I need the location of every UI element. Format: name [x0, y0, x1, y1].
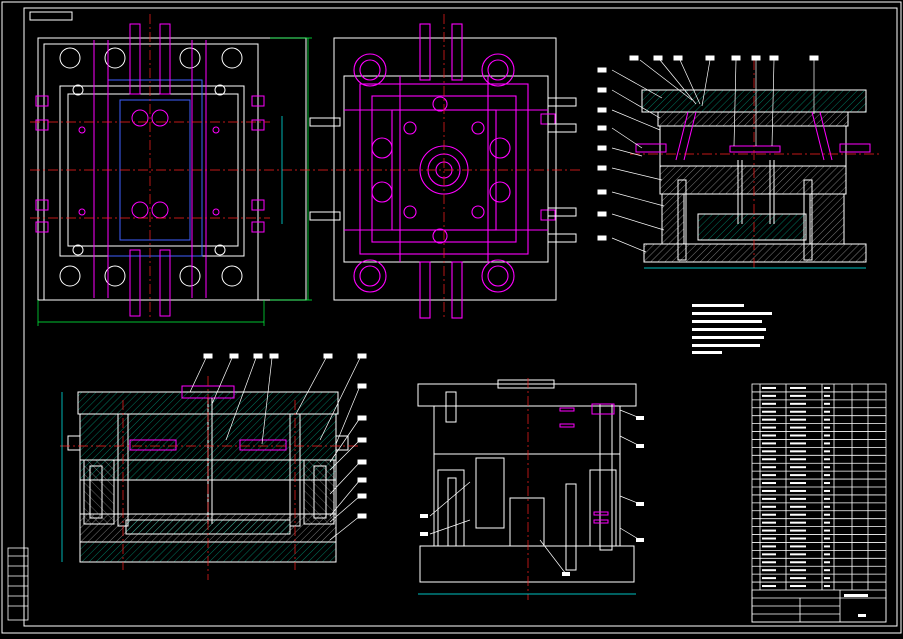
table-cell-text	[824, 466, 830, 469]
table-cell-text	[762, 410, 776, 413]
table-cell-text	[762, 458, 776, 461]
table-cell-text	[790, 474, 806, 477]
table-cell-text	[790, 442, 806, 445]
table-cell-text	[790, 410, 806, 413]
table-cell-text	[762, 466, 776, 469]
table-cell-text	[790, 537, 806, 540]
table-cell-text	[824, 474, 830, 477]
table-cell-text	[790, 458, 806, 461]
table-cell-text	[790, 521, 806, 524]
table-cell-text	[824, 513, 830, 516]
ejection-section	[417, 378, 644, 600]
table-cell-text	[824, 521, 830, 524]
table-cell-text	[762, 489, 776, 492]
revision-block	[7, 547, 29, 621]
table-cell-text	[824, 537, 830, 540]
technical-notes	[692, 304, 772, 354]
table-cell-text	[790, 505, 806, 508]
table-cell-text	[790, 545, 806, 548]
table-cell-text	[762, 482, 776, 485]
top-view	[30, 14, 312, 326]
table-cell-text	[762, 545, 776, 548]
table-cell-text	[762, 577, 776, 580]
table-cell-text	[824, 394, 830, 397]
table-cell-text	[762, 450, 776, 453]
table-cell-text	[824, 482, 830, 485]
table-cell-text	[762, 505, 776, 508]
parts-table	[751, 383, 887, 623]
table-cell-text	[762, 442, 776, 445]
table-cell-text	[824, 442, 830, 445]
table-cell-text	[790, 577, 806, 580]
table-cell-text	[790, 569, 806, 572]
table-cell-text	[824, 410, 830, 413]
table-cell-text	[762, 497, 776, 500]
table-cell-text	[762, 585, 776, 588]
side-section	[597, 55, 880, 270]
table-cell-text	[790, 386, 806, 389]
table-cell-text	[762, 402, 776, 405]
table-cell-text	[824, 561, 830, 564]
table-cell-text	[824, 529, 830, 532]
table-cell-text	[762, 394, 776, 397]
table-cell-text	[790, 553, 806, 556]
table-cell-text	[824, 577, 830, 580]
table-cell-text	[790, 450, 806, 453]
table-cell-text	[762, 386, 776, 389]
table-cell-text	[824, 402, 830, 405]
table-cell-text	[790, 434, 806, 437]
table-cell-text	[790, 561, 806, 564]
title-block	[751, 589, 887, 623]
table-cell-text	[762, 537, 776, 540]
table-cell-text	[762, 426, 776, 429]
table-cell-text	[790, 394, 806, 397]
table-cell-text	[790, 426, 806, 429]
table-cell-text	[824, 386, 830, 389]
fixed-half-view	[300, 14, 580, 320]
table-cell-text	[824, 426, 830, 429]
table-cell-text	[790, 482, 806, 485]
table-cell-text	[824, 545, 830, 548]
table-cell-text	[824, 418, 830, 421]
table-cell-text	[790, 585, 806, 588]
table-cell-text	[762, 561, 776, 564]
table-cell-text	[824, 505, 830, 508]
table-cell-text	[762, 474, 776, 477]
table-cell-text	[824, 569, 830, 572]
table-cell-text	[762, 434, 776, 437]
table-cell-text	[790, 418, 806, 421]
table-cell-text	[824, 585, 830, 588]
table-cell-text	[790, 402, 806, 405]
table-cell-text	[762, 529, 776, 532]
table-cell-text	[762, 521, 776, 524]
table-cell-text	[762, 569, 776, 572]
table-cell-text	[762, 513, 776, 516]
table-cell-text	[824, 497, 830, 500]
cad-drawing-sheet	[0, 0, 903, 635]
table-cell-text	[824, 458, 830, 461]
table-cell-text	[790, 489, 806, 492]
table-cell-text	[824, 434, 830, 437]
table-cell-text	[824, 553, 830, 556]
table-cell-text	[824, 489, 830, 492]
drawing-canvas[interactable]	[0, 0, 903, 635]
table-cell-text	[762, 553, 776, 556]
top-view-holes	[59, 47, 243, 287]
main-section	[60, 353, 367, 580]
table-cell-text	[790, 466, 806, 469]
table-cell-text	[790, 497, 806, 500]
table-cell-text	[790, 529, 806, 532]
table-cell-text	[762, 418, 776, 421]
table-cell-text	[790, 513, 806, 516]
table-cell-text	[824, 450, 830, 453]
